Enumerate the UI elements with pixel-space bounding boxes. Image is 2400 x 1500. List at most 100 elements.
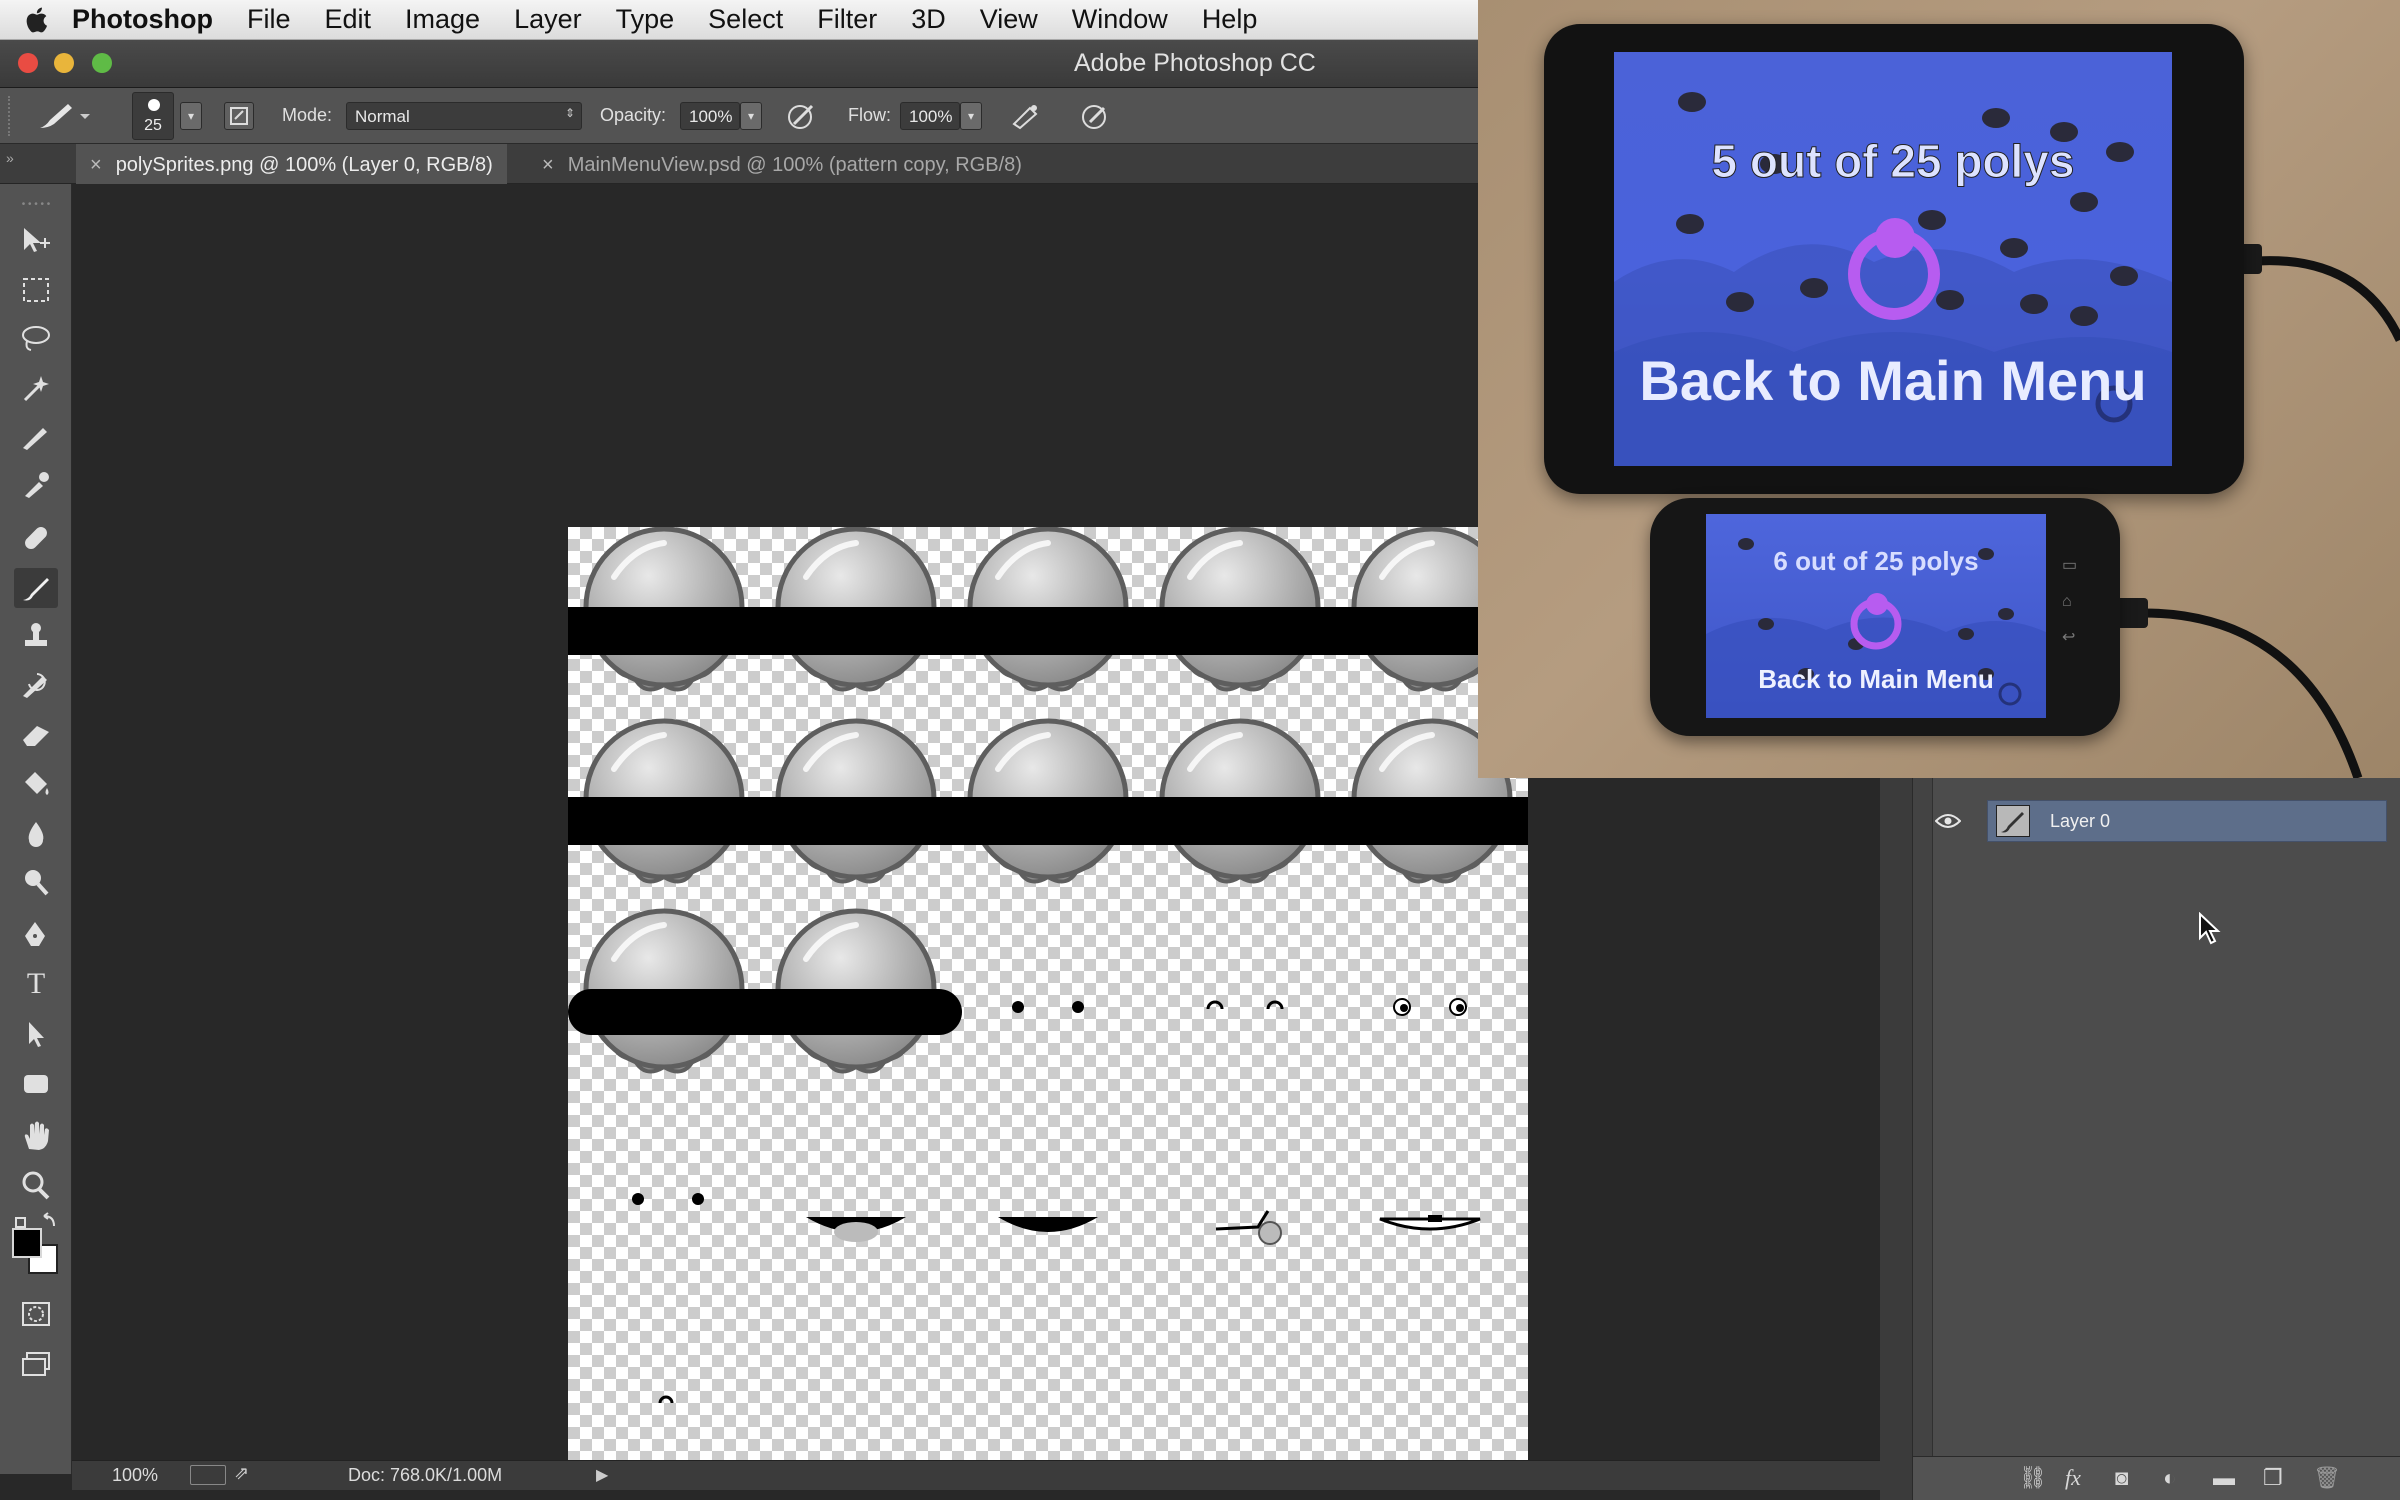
timeline-icon[interactable]	[190, 1465, 226, 1485]
tablet-back-to-menu-text: Back to Main Menu	[1639, 349, 2147, 412]
marquee-tool-icon[interactable]	[14, 270, 58, 310]
brush-panel-toggle-icon[interactable]	[224, 102, 254, 130]
tab-label: polySprites.png @ 100% (Layer 0, RGB/8)	[115, 154, 493, 176]
close-window-button[interactable]	[18, 53, 38, 73]
options-grip[interactable]	[8, 96, 14, 136]
lasso-tool-icon[interactable]	[14, 318, 58, 358]
eye-sprite	[1012, 1001, 1024, 1013]
menu-select[interactable]: Select	[708, 4, 783, 35]
tools-grip[interactable]: • • • • •	[14, 198, 58, 210]
close-tab-icon[interactable]: ×	[90, 154, 102, 176]
mouse-cursor-icon	[2198, 911, 2222, 951]
eye-pupil-sprite	[1456, 1004, 1464, 1012]
new-group-folder-icon[interactable]: ▬	[2213, 1465, 2235, 1491]
blur-tool-icon[interactable]	[14, 814, 58, 854]
menu-3d[interactable]: 3D	[911, 4, 946, 35]
eyedropper-tool-icon[interactable]	[14, 464, 58, 504]
dodge-tool-icon[interactable]	[14, 862, 58, 902]
phone-back-to-menu-text: Back to Main Menu	[1758, 664, 1994, 694]
clone-stamp-tool-icon[interactable]	[14, 616, 58, 656]
tab-mainmenuview[interactable]: × MainMenuView.psd @ 100% (pattern copy, …	[528, 144, 1036, 184]
screen: Photoshop File Edit Image Layer Type Sel…	[0, 0, 2400, 1500]
shape-tool-icon[interactable]	[14, 1064, 58, 1104]
menu-view[interactable]: View	[980, 4, 1038, 35]
layer-visibility-eye-icon[interactable]	[1923, 800, 1973, 842]
brush-tool-icon[interactable]	[14, 568, 58, 608]
opacity-input[interactable]: 100%	[680, 102, 740, 130]
sprite-mask-bar	[568, 797, 1528, 845]
menu-filter[interactable]: Filter	[817, 4, 877, 35]
quick-selection-tool-icon[interactable]	[14, 416, 58, 456]
sprite-sheet-artwork	[568, 527, 1528, 1404]
sprite-mask-bar	[568, 607, 1528, 655]
layer-name: Layer 0	[2050, 811, 2111, 831]
drool-sprite	[1258, 1221, 1282, 1245]
brush-size-value: 25	[144, 117, 162, 134]
adjustment-layer-icon[interactable]: ◐	[2163, 1465, 2176, 1491]
menu-file[interactable]: File	[247, 4, 291, 35]
menu-layer[interactable]: Layer	[514, 4, 582, 35]
document-canvas[interactable]	[568, 527, 1528, 1487]
hand-tool-icon[interactable]	[14, 1116, 58, 1156]
move-tool-icon[interactable]	[14, 220, 58, 260]
foreground-color-swatch[interactable]	[12, 1228, 42, 1258]
apple-logo-icon[interactable]	[0, 6, 72, 34]
layers-panel-edge	[1913, 778, 1933, 1500]
eye-pupil-sprite	[1400, 1004, 1408, 1012]
zoom-window-button[interactable]	[92, 53, 112, 73]
flow-dropdown[interactable]: ▾	[960, 102, 982, 130]
add-mask-icon[interactable]: ◙	[2115, 1465, 2128, 1491]
pressure-opacity-icon[interactable]	[784, 100, 820, 137]
brush-size-picker[interactable]: 25	[132, 92, 174, 140]
airbrush-icon[interactable]	[1008, 100, 1044, 137]
zoom-tool-icon[interactable]	[14, 1166, 58, 1206]
flow-input[interactable]: 100%	[900, 102, 960, 130]
pressure-size-icon[interactable]	[1078, 100, 1114, 137]
quick-mask-icon[interactable]	[14, 1294, 58, 1334]
layers-panel: Layer 0 ⛓ fx ◙ ◐ ▬ ❐ 🗑	[1912, 778, 2400, 1500]
pen-tool-icon[interactable]	[14, 914, 58, 954]
brush-size-dropdown[interactable]: ▾	[180, 102, 202, 130]
eye-sprite	[1072, 1001, 1084, 1013]
brow-sprite	[658, 1395, 674, 1404]
document-size: Doc: 768.0K/1.00M	[348, 1465, 503, 1485]
delete-layer-icon[interactable]: 🗑	[2313, 1465, 2341, 1491]
history-brush-tool-icon[interactable]	[14, 664, 58, 704]
close-tab-icon[interactable]: ×	[542, 154, 554, 176]
brush-preset-icon[interactable]	[36, 98, 90, 139]
new-layer-icon[interactable]: ❐	[2263, 1465, 2283, 1491]
tab-polysprites[interactable]: × polySprites.png @ 100% (Layer 0, RGB/8)	[76, 144, 507, 184]
magic-wand-tool-icon[interactable]	[14, 368, 58, 408]
eye-sprite	[692, 1193, 704, 1205]
healing-brush-tool-icon[interactable]	[14, 518, 58, 558]
eraser-tool-icon[interactable]	[14, 714, 58, 754]
menu-image[interactable]: Image	[405, 4, 480, 35]
phone-device: 6 out of 25 polys Back to Main Menu ▭ ⌂ ↩	[1650, 498, 2120, 736]
layer-row-layer-0[interactable]: Layer 0	[1987, 800, 2387, 842]
zoom-level[interactable]: 100%	[112, 1465, 158, 1486]
status-menu-arrow-icon[interactable]: ▶	[596, 1465, 608, 1485]
menu-type[interactable]: Type	[616, 4, 675, 35]
collapse-panels-icon[interactable]: »	[6, 150, 14, 166]
panel-gutter	[1880, 778, 1912, 1500]
type-tool-icon[interactable]: T	[14, 964, 58, 1004]
menu-edit[interactable]: Edit	[325, 4, 372, 35]
menu-app-photoshop[interactable]: Photoshop	[72, 4, 213, 35]
menu-help[interactable]: Help	[1202, 4, 1258, 35]
tool-options-bar: 25 ▾ Mode: Normal ⇕ Opacity: 100% ▾ Flow…	[0, 88, 1478, 144]
teeth-gap-sprite	[1428, 1215, 1442, 1222]
minimize-window-button[interactable]	[54, 53, 74, 73]
layer-style-fx-icon[interactable]: fx	[2065, 1465, 2081, 1491]
menu-window[interactable]: Window	[1072, 4, 1168, 35]
mouth-sprite	[998, 1217, 1098, 1232]
eye-sprite	[632, 1193, 644, 1205]
screen-mode-icon[interactable]	[14, 1344, 58, 1384]
link-layers-icon[interactable]: ⛓	[2019, 1465, 2047, 1491]
paint-bucket-tool-icon[interactable]	[14, 764, 58, 804]
mode-select[interactable]: Normal ⇕	[346, 102, 582, 130]
path-selection-tool-icon[interactable]	[14, 1014, 58, 1054]
tablet-game-screen: 5 out of 25 polys Back to Main Menu	[1614, 52, 2172, 466]
opacity-value: 100%	[689, 107, 733, 126]
share-icon[interactable]: ⇗	[234, 1463, 249, 1484]
opacity-dropdown[interactable]: ▾	[740, 102, 762, 130]
